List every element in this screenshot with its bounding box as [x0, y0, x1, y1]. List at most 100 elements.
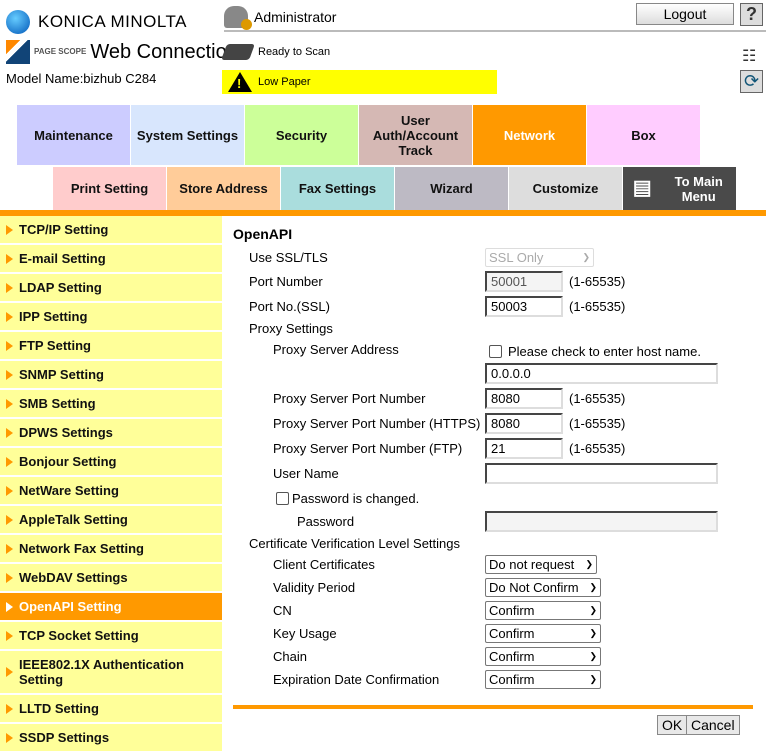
use-ssl-select[interactable]: SSL Only ❯: [485, 248, 594, 267]
client-cert-label: Client Certificates: [273, 557, 375, 572]
sidebar-item-bonjour-setting[interactable]: Bonjour Setting: [0, 448, 222, 477]
tab-box[interactable]: Box: [587, 105, 700, 165]
expiration-select[interactable]: Confirm ❯: [485, 670, 601, 689]
logout-button[interactable]: Logout: [636, 3, 734, 25]
sidebar-item-lltd-setting[interactable]: LLTD Setting: [0, 695, 222, 724]
sidebar-item-openapi-setting[interactable]: OpenAPI Setting: [0, 593, 222, 622]
divider: [233, 705, 753, 709]
port-ssl-label: Port No.(SSL): [249, 299, 330, 314]
proxy-port-input[interactable]: 8080: [485, 388, 563, 409]
sidebar-item-tcp-socket-setting[interactable]: TCP Socket Setting: [0, 622, 222, 651]
sub-tabs: Print Setting Store Address Fax Settings Wi…: [53, 167, 737, 210]
tab-network[interactable]: Network: [473, 105, 586, 165]
port-ssl-input[interactable]: 50003: [485, 296, 563, 317]
sidebar-item-e-mail-setting[interactable]: E-mail Setting: [0, 245, 222, 274]
tab-customize[interactable]: Customize: [509, 167, 622, 210]
key-usage-label: Key Usage: [273, 626, 337, 641]
chevron-down-icon: ❯: [589, 582, 597, 592]
scan-status: Ready to Scan: [221, 44, 330, 60]
tab-store-address[interactable]: Store Address: [167, 167, 280, 210]
password-changed-checkbox[interactable]: [276, 492, 289, 505]
tab-to-main-menu[interactable]: ▤ To Main Menu: [623, 167, 736, 210]
sidebar-item-network-fax-setting[interactable]: Network Fax Setting: [0, 535, 222, 564]
cn-label: CN: [273, 603, 292, 618]
administrator-icon: [224, 6, 252, 30]
proxy-https-label: Proxy Server Port Number (HTTPS): [273, 416, 481, 431]
password-input[interactable]: [485, 511, 718, 532]
tab-fax-settings[interactable]: Fax Settings: [281, 167, 394, 210]
host-name-checkbox[interactable]: [489, 345, 502, 358]
globe-icon: [6, 10, 30, 34]
validity-label: Validity Period: [273, 580, 356, 595]
sidebar-item-ftp-setting[interactable]: FTP Setting: [0, 332, 222, 361]
chain-select[interactable]: Confirm ❯: [485, 647, 601, 666]
main-tabs: Maintenance System Settings Security User A…: [17, 105, 701, 165]
sidebar-item-tcp-ip-setting[interactable]: TCP/IP Setting: [0, 216, 222, 245]
sidebar-item-ipp-setting[interactable]: IPP Setting: [0, 303, 222, 332]
chevron-down-icon: ❯: [589, 628, 597, 638]
tab-print-setting[interactable]: Print Setting: [53, 167, 166, 210]
ok-button[interactable]: OK: [657, 715, 688, 735]
warning-icon: [228, 72, 252, 92]
tab-security[interactable]: Security: [245, 105, 358, 165]
page-title: OpenAPI: [233, 226, 293, 242]
sidebar-item-netware-setting[interactable]: NetWare Setting: [0, 477, 222, 506]
proxy-ftp-input[interactable]: 21: [485, 438, 563, 459]
sidebar-item-ldap-setting[interactable]: LDAP Setting: [0, 274, 222, 303]
paper-status: Low Paper: [222, 70, 497, 94]
proxy-address-input[interactable]: 0.0.0.0: [485, 363, 718, 384]
port-label: Port Number: [249, 274, 323, 289]
chevron-down-icon: ❯: [589, 651, 597, 661]
sidebar-item-ssdp-settings[interactable]: SSDP Settings: [0, 724, 222, 753]
chevron-down-icon: ❯: [589, 674, 597, 684]
password-changed-row[interactable]: Password is changed.: [276, 491, 419, 506]
client-cert-select[interactable]: Do not request ❯: [485, 555, 597, 574]
validity-select[interactable]: Do Not Confirm ❯: [485, 578, 601, 597]
host-name-checkbox-row[interactable]: Please check to enter host name.: [489, 344, 701, 359]
sidebar: TCP/IP Setting E-mail Setting LDAP Setting…: [0, 216, 222, 753]
tab-maintenance[interactable]: Maintenance: [17, 105, 130, 165]
range-hint: (1-65535): [569, 391, 626, 406]
sidebar-item-webdav-settings[interactable]: WebDAV Settings: [0, 564, 222, 593]
refresh-button[interactable]: ⟳: [740, 70, 763, 93]
pagescope-icon: [6, 40, 30, 64]
username-input[interactable]: [485, 463, 718, 484]
range-hint: (1-65535): [569, 416, 626, 431]
chevron-down-icon: ❯: [589, 605, 597, 615]
tab-user-auth-account-track[interactable]: User Auth/Account Track: [359, 105, 472, 165]
key-usage-select[interactable]: Confirm ❯: [485, 624, 601, 643]
web-connection-logo: PAGE SCOPE Web Connection: [6, 40, 238, 64]
scanner-icon: [221, 44, 255, 60]
main-menu-icon: ▤: [632, 177, 652, 199]
cancel-button[interactable]: Cancel: [686, 715, 740, 735]
konica-minolta-logo: KONICA MINOLTA: [6, 10, 187, 34]
chain-label: Chain: [273, 649, 307, 664]
chevron-down-icon: ❯: [585, 559, 593, 569]
use-ssl-label: Use SSL/TLS: [249, 250, 328, 265]
tab-wizard[interactable]: Wizard: [395, 167, 508, 210]
proxy-settings-label: Proxy Settings: [249, 321, 333, 336]
range-hint: (1-65535): [569, 299, 626, 314]
sidebar-item-smb-setting[interactable]: SMB Setting: [0, 390, 222, 419]
username-label: User Name: [273, 466, 339, 481]
proxy-ftp-label: Proxy Server Port Number (FTP): [273, 441, 463, 456]
proxy-https-input[interactable]: 8080: [485, 413, 563, 434]
expiration-label: Expiration Date Confirmation: [273, 672, 440, 687]
cert-settings-label: Certificate Verification Level Settings: [249, 536, 460, 551]
range-hint: (1-65535): [569, 441, 626, 456]
tab-system-settings[interactable]: System Settings: [131, 105, 244, 165]
proxy-port-label: Proxy Server Port Number: [273, 391, 426, 406]
sidebar-item-snmp-setting[interactable]: SNMP Setting: [0, 361, 222, 390]
network-map-icon[interactable]: ☷: [742, 46, 756, 66]
model-name: Model Name:bizhub C284: [6, 71, 157, 86]
proxy-address-label: Proxy Server Address: [273, 342, 399, 357]
sidebar-item-appletalk-setting[interactable]: AppleTalk Setting: [0, 506, 222, 535]
sidebar-item-ieee802-1x-authentication-setting[interactable]: IEEE802.1X Authentication Setting: [0, 651, 222, 695]
port-number-input[interactable]: 50001: [485, 271, 563, 292]
cn-select[interactable]: Confirm ❯: [485, 601, 601, 620]
sidebar-item-dpws-settings[interactable]: DPWS Settings: [0, 419, 222, 448]
range-hint: (1-65535): [569, 274, 626, 289]
help-button[interactable]: ?: [740, 3, 763, 26]
chevron-down-icon: ❯: [582, 252, 590, 262]
password-label: Password: [297, 514, 355, 529]
